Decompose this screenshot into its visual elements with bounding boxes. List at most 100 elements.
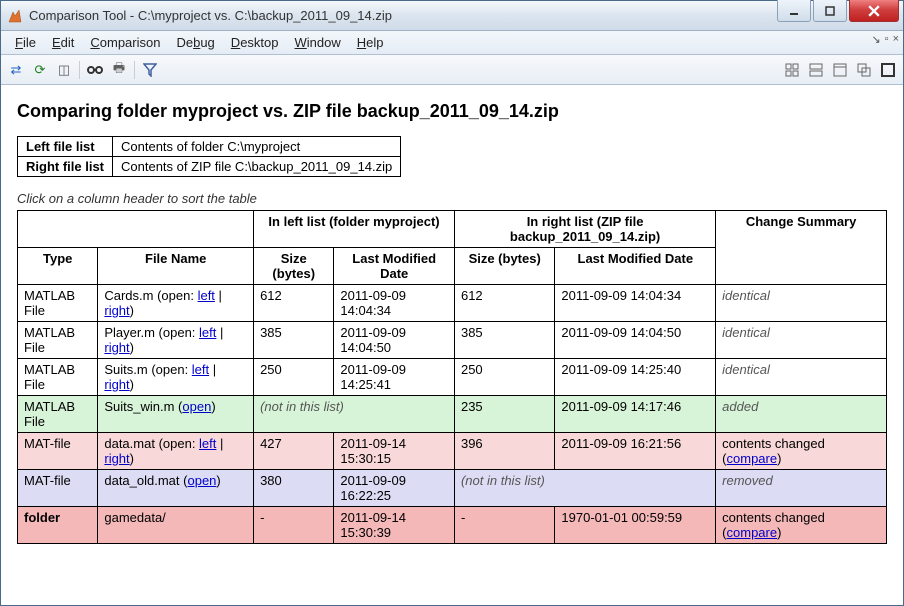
open-right-link[interactable]: right bbox=[104, 303, 129, 318]
window-title: Comparison Tool - C:\myproject vs. C:\ba… bbox=[29, 8, 777, 23]
swap-icon[interactable]: ⇄ bbox=[7, 61, 25, 79]
cell-summary: contents changed (compare) bbox=[716, 433, 887, 470]
menu-edit[interactable]: Edit bbox=[44, 33, 82, 52]
cell-summary: added bbox=[716, 396, 887, 433]
cell-type: MAT-file bbox=[18, 470, 98, 507]
find-icon[interactable] bbox=[86, 61, 104, 79]
maximize-button[interactable] bbox=[813, 0, 847, 22]
cell-summary: removed bbox=[716, 470, 887, 507]
menu-window[interactable]: Window bbox=[287, 33, 349, 52]
cascade-icon[interactable] bbox=[855, 61, 873, 79]
cell-type: MATLAB File bbox=[18, 396, 98, 433]
table-row: MAT-filedata.mat (open: left | right)427… bbox=[18, 433, 887, 470]
table-row: MAT-filedata_old.mat (open)3802011-09-09… bbox=[18, 470, 887, 507]
cell-date-right: 2011-09-09 14:25:40 bbox=[555, 359, 716, 396]
menu-debug[interactable]: Debug bbox=[168, 33, 222, 52]
tile-icon[interactable] bbox=[783, 61, 801, 79]
cell-size-left: 427 bbox=[254, 433, 334, 470]
dock-arrow-icon[interactable]: ↘ bbox=[871, 33, 880, 46]
cell-type: MAT-file bbox=[18, 433, 98, 470]
header-date-right[interactable]: Last Modified Date bbox=[555, 248, 716, 285]
cell-size-right: 250 bbox=[454, 359, 554, 396]
undock-icon[interactable]: ▫ bbox=[885, 33, 889, 46]
left-list-label: Left file list bbox=[18, 137, 113, 157]
header-size-right[interactable]: Size (bytes) bbox=[454, 248, 554, 285]
cell-date-left: 2011-09-09 14:04:50 bbox=[334, 322, 455, 359]
cell-type: MATLAB File bbox=[18, 359, 98, 396]
cell-size-right: 612 bbox=[454, 285, 554, 322]
sort-hint: Click on a column header to sort the tab… bbox=[17, 191, 887, 206]
compare-link[interactable]: compare bbox=[727, 525, 778, 540]
cell-date-left: 2011-09-09 16:22:25 bbox=[334, 470, 455, 507]
cell-date-left: 2011-09-14 15:30:15 bbox=[334, 433, 455, 470]
table-row: foldergamedata/-2011-09-14 15:30:39-1970… bbox=[18, 507, 887, 544]
menubar: File Edit Comparison Debug Desktop Windo… bbox=[1, 31, 903, 55]
toolbar: ⇄ ⟳ ◫ 🖶 bbox=[1, 55, 903, 85]
menu-close-icon[interactable]: × bbox=[893, 33, 899, 46]
cell-filename: Player.m (open: left | right) bbox=[98, 322, 254, 359]
header-filename[interactable]: File Name bbox=[98, 248, 254, 285]
app-icon bbox=[7, 8, 23, 24]
save-icon[interactable]: ◫ bbox=[55, 61, 73, 79]
cell-date-left: 2011-09-14 15:30:39 bbox=[334, 507, 455, 544]
cell-size-left: 385 bbox=[254, 322, 334, 359]
open-left-link[interactable]: left bbox=[199, 436, 216, 451]
cell-size-left: - bbox=[254, 507, 334, 544]
cell-summary: identical bbox=[716, 285, 887, 322]
cell-summary: identical bbox=[716, 359, 887, 396]
cell-summary: contents changed (compare) bbox=[716, 507, 887, 544]
cell-size-right: 385 bbox=[454, 322, 554, 359]
split-h-icon[interactable] bbox=[807, 61, 825, 79]
cell-date-right: 2011-09-09 16:21:56 bbox=[555, 433, 716, 470]
comparison-table: In left list (folder myproject) In right… bbox=[17, 210, 887, 544]
cell-filename: data.mat (open: left | right) bbox=[98, 433, 254, 470]
minimize-button[interactable] bbox=[777, 0, 811, 22]
single-icon[interactable] bbox=[831, 61, 849, 79]
cell-filename: Suits_win.m (open) bbox=[98, 396, 254, 433]
table-row: MATLAB FilePlayer.m (open: left | right)… bbox=[18, 322, 887, 359]
header-right-group[interactable]: In right list (ZIP file backup_2011_09_1… bbox=[454, 211, 715, 248]
cell-filename: Suits.m (open: left | right) bbox=[98, 359, 254, 396]
right-list-label: Right file list bbox=[18, 157, 113, 177]
close-button[interactable] bbox=[849, 0, 899, 22]
menu-desktop[interactable]: Desktop bbox=[223, 33, 287, 52]
open-left-link[interactable]: left bbox=[192, 362, 209, 377]
compare-link[interactable]: compare bbox=[727, 451, 778, 466]
menu-file[interactable]: File bbox=[7, 33, 44, 52]
content-area: Comparing folder myproject vs. ZIP file … bbox=[1, 85, 903, 605]
cell-date-right: 1970-01-01 00:59:59 bbox=[555, 507, 716, 544]
refresh-icon[interactable]: ⟳ bbox=[31, 61, 49, 79]
page-title: Comparing folder myproject vs. ZIP file … bbox=[17, 101, 887, 122]
menu-comparison[interactable]: Comparison bbox=[82, 33, 168, 52]
right-list-value: Contents of ZIP file C:\backup_2011_09_1… bbox=[113, 157, 401, 177]
cell-type: folder bbox=[18, 507, 98, 544]
cell-type: MATLAB File bbox=[18, 322, 98, 359]
open-left-link[interactable]: left bbox=[198, 288, 215, 303]
print-icon[interactable]: 🖶 bbox=[110, 61, 128, 79]
cell-date-right: 2011-09-09 14:04:50 bbox=[555, 322, 716, 359]
header-size-left[interactable]: Size (bytes) bbox=[254, 248, 334, 285]
cell-size-right: 396 bbox=[454, 433, 554, 470]
cell-size-left: 612 bbox=[254, 285, 334, 322]
header-type[interactable]: Type bbox=[18, 248, 98, 285]
header-left-group[interactable]: In left list (folder myproject) bbox=[254, 211, 455, 248]
open-right-link[interactable]: right bbox=[104, 340, 129, 355]
cell-size-right: - bbox=[454, 507, 554, 544]
cell-size-left: 380 bbox=[254, 470, 334, 507]
header-summary[interactable]: Change Summary bbox=[716, 211, 887, 285]
open-right-link[interactable]: right bbox=[104, 377, 129, 392]
cell-size-left: 250 bbox=[254, 359, 334, 396]
header-date-left[interactable]: Last Modified Date bbox=[334, 248, 455, 285]
filter-icon[interactable] bbox=[141, 61, 159, 79]
titlebar: Comparison Tool - C:\myproject vs. C:\ba… bbox=[1, 1, 903, 31]
cell-date-left: 2011-09-09 14:04:34 bbox=[334, 285, 455, 322]
open-link[interactable]: open bbox=[182, 399, 211, 414]
open-left-link[interactable]: left bbox=[199, 325, 216, 340]
cell-size-right: 235 bbox=[454, 396, 554, 433]
menu-help[interactable]: Help bbox=[349, 33, 392, 52]
maximize-pane-icon[interactable] bbox=[879, 61, 897, 79]
cell-type: MATLAB File bbox=[18, 285, 98, 322]
open-link[interactable]: open bbox=[187, 473, 216, 488]
cell-date-right: 2011-09-09 14:17:46 bbox=[555, 396, 716, 433]
open-right-link[interactable]: right bbox=[104, 451, 129, 466]
